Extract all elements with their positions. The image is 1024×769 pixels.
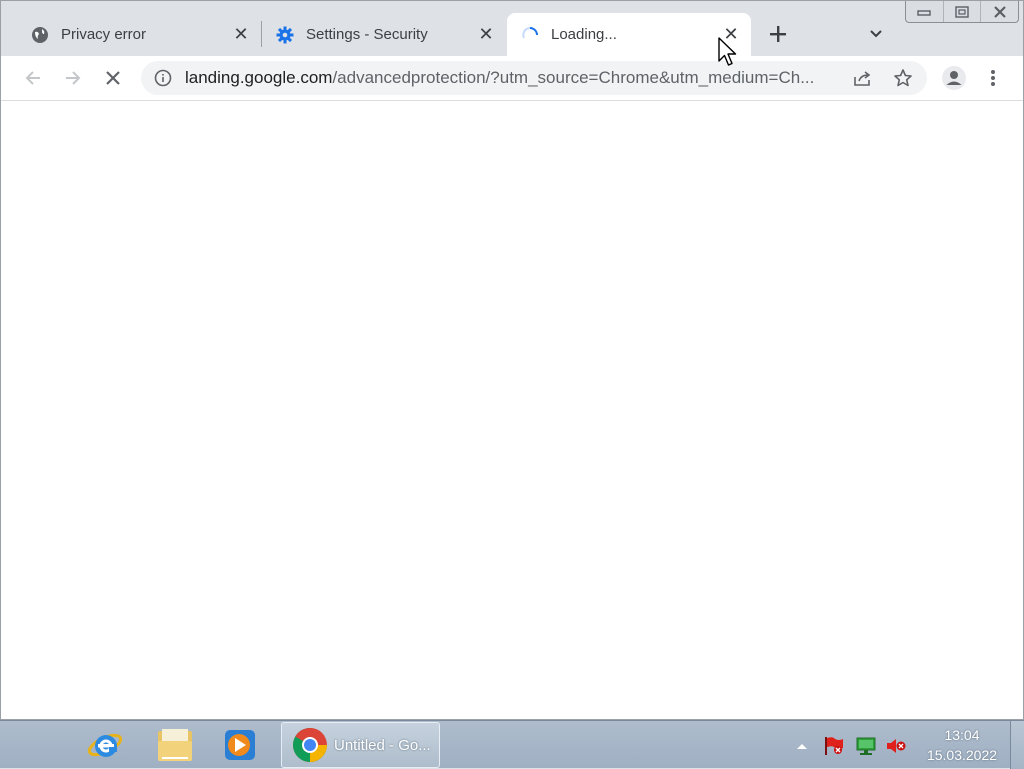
- clock-time: 13:04: [944, 727, 980, 743]
- bookmark-button[interactable]: [888, 63, 918, 93]
- chevron-up-icon: [797, 744, 807, 749]
- clock-date: 15.03.2022: [926, 747, 998, 763]
- minimize-button[interactable]: [906, 1, 944, 22]
- close-tab-icon[interactable]: ✕: [231, 24, 251, 45]
- address-bar[interactable]: landing.google.com/advancedprotection/?u…: [141, 61, 927, 95]
- new-tab-button[interactable]: [765, 21, 791, 47]
- url-text[interactable]: landing.google.com/advancedprotection/?u…: [185, 68, 845, 88]
- show-desktop-button[interactable]: [1010, 721, 1024, 769]
- taskbar: Untitled - Go... 13:04 15.03.2022: [0, 720, 1024, 769]
- media-player-icon: [225, 730, 255, 760]
- close-tab-icon[interactable]: ✕: [476, 24, 496, 45]
- chevron-down-icon: [870, 30, 882, 38]
- gear-icon: [276, 26, 294, 44]
- page-content: [1, 101, 1023, 719]
- stop-icon: [106, 71, 120, 85]
- volume-muted-icon[interactable]: [884, 735, 908, 757]
- browser-window: Privacy error ✕ Settings - Security ✕ Lo…: [0, 0, 1024, 720]
- file-explorer-button[interactable]: [153, 725, 197, 765]
- profile-button[interactable]: [938, 62, 970, 94]
- mouse-cursor-icon: [718, 37, 737, 66]
- stop-loading-button[interactable]: [97, 62, 129, 94]
- tab-search-button[interactable]: [865, 23, 887, 45]
- forward-button[interactable]: [57, 62, 89, 94]
- show-hidden-icons-button[interactable]: [794, 735, 810, 757]
- internet-explorer-button[interactable]: [83, 725, 127, 765]
- url-path: /advancedprotection/?utm_source=Chrome&u…: [332, 68, 815, 87]
- restore-icon: [955, 5, 969, 18]
- action-center-flag-icon[interactable]: [822, 735, 846, 757]
- minimize-icon: [917, 9, 932, 16]
- taskbar-chrome-label: Untitled - Go...: [334, 736, 431, 754]
- tab-title: Settings - Security: [306, 26, 428, 43]
- tab-loading[interactable]: Loading... ✕: [507, 13, 751, 56]
- network-icon[interactable]: [854, 735, 878, 757]
- back-button[interactable]: [17, 62, 49, 94]
- tab-settings-security[interactable]: Settings - Security ✕: [262, 13, 506, 56]
- internet-explorer-icon: [87, 733, 123, 757]
- media-player-button[interactable]: [218, 725, 262, 765]
- tab-title: Privacy error: [61, 26, 147, 43]
- close-icon: [993, 5, 1006, 18]
- loading-spinner-icon: [521, 26, 539, 44]
- window-controls: [905, 1, 1019, 23]
- more-vertical-icon: [991, 70, 995, 86]
- chrome-icon: [293, 728, 327, 762]
- tab-privacy-error[interactable]: Privacy error ✕: [17, 13, 261, 56]
- browser-toolbar: landing.google.com/advancedprotection/?u…: [1, 56, 1023, 101]
- url-host: landing.google.com: [185, 68, 333, 87]
- taskbar-clock[interactable]: 13:04 15.03.2022: [920, 725, 1004, 765]
- arrow-left-icon: [25, 71, 40, 85]
- share-icon: [854, 71, 871, 86]
- folder-icon: [158, 729, 192, 761]
- tab-strip: Privacy error ✕ Settings - Security ✕ Lo…: [1, 1, 1023, 56]
- menu-button[interactable]: [977, 62, 1009, 94]
- restore-button[interactable]: [944, 1, 982, 22]
- globe-icon: [31, 26, 49, 44]
- plus-icon: [770, 26, 786, 42]
- avatar-icon: [942, 66, 966, 90]
- site-info-icon[interactable]: [141, 69, 185, 87]
- tab-title: Loading...: [551, 26, 617, 43]
- close-window-button[interactable]: [981, 1, 1018, 22]
- taskbar-chrome-button[interactable]: Untitled - Go...: [281, 722, 440, 768]
- arrow-right-icon: [66, 71, 81, 85]
- share-button[interactable]: [848, 63, 878, 93]
- star-icon: [894, 69, 912, 87]
